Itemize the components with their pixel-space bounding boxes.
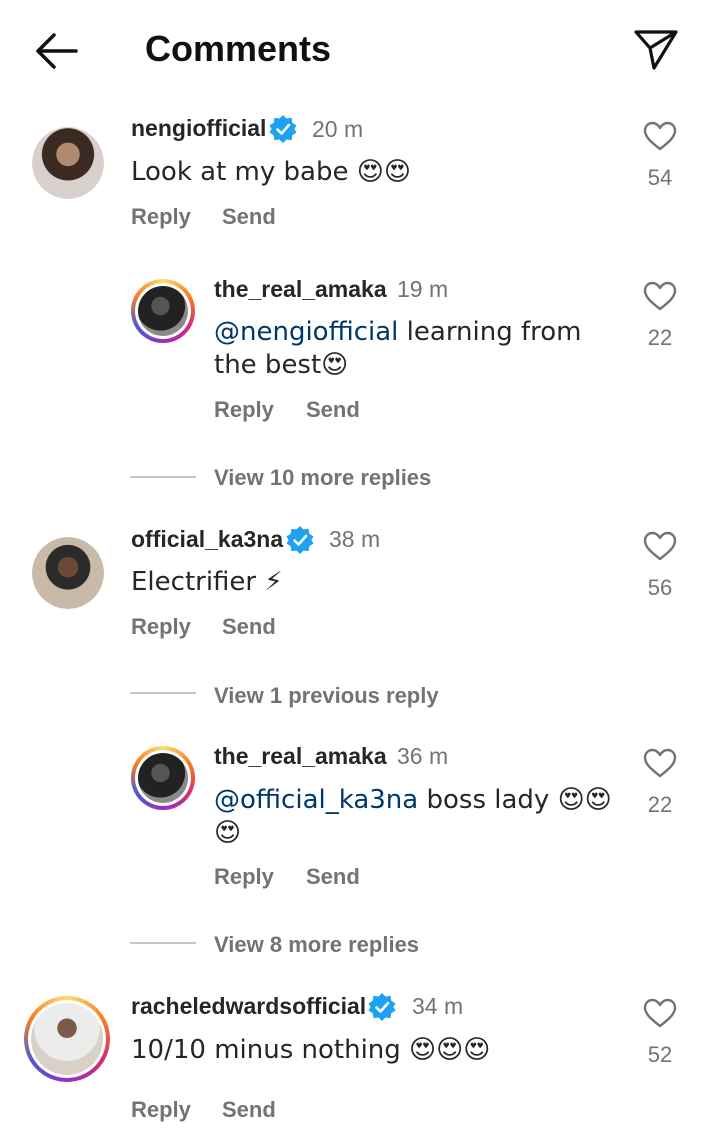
page-title: Comments [145,28,332,69]
view-previous-reply-button[interactable]: View 1 previous reply [214,683,439,709]
comment-username[interactable]: nengiofficial [131,115,266,142]
reply-text: @nengiofficial learning from the best😍 [214,316,624,382]
divider [130,942,196,944]
like-count: 52 [647,1042,673,1067]
heart-icon[interactable] [643,748,677,778]
heart-icon[interactable] [643,998,677,1028]
comment-time: 20 m [312,116,364,142]
like-count: 22 [647,792,673,817]
avatar[interactable] [24,996,110,1082]
avatar[interactable] [131,746,195,810]
reply-button[interactable]: Reply [131,204,191,230]
heart-icon[interactable] [643,281,677,311]
comment-text: Look at my babe 😍😍 [131,157,411,187]
comment-text: 10/10 minus nothing 😍😍😍 [131,1035,491,1065]
comment-username[interactable]: official_ka3na [131,526,283,553]
reply-button[interactable]: Reply [214,864,274,890]
mention-link[interactable]: @nengiofficial [214,317,398,347]
avatar[interactable] [32,537,104,609]
send-icon[interactable] [632,26,680,74]
heart-icon[interactable] [643,531,677,561]
back-arrow-icon[interactable] [32,30,80,72]
comment-username[interactable]: racheledwardsofficial [131,993,366,1020]
send-button[interactable]: Send [222,1097,276,1123]
view-more-replies-button[interactable]: View 10 more replies [214,465,431,491]
avatar[interactable] [131,279,195,343]
verified-badge-icon [269,115,297,143]
reply-button[interactable]: Reply [131,614,191,640]
comment-text: Electrifier ⚡ [131,567,283,597]
like-count: 22 [647,325,673,350]
reply-time: 19 m [397,276,449,302]
avatar[interactable] [32,127,104,199]
mention-link[interactable]: @official_ka3na [214,785,418,815]
send-button[interactable]: Send [222,204,276,230]
like-count: 56 [647,575,673,600]
heart-icon[interactable] [643,121,677,151]
send-button[interactable]: Send [306,864,360,890]
reply-username[interactable]: the_real_amaka [214,276,387,303]
header: Comments [0,0,720,100]
reply-button[interactable]: Reply [131,1097,191,1123]
divider [130,692,196,694]
reply-username[interactable]: the_real_amaka [214,743,387,770]
verified-badge-icon [368,993,396,1021]
comment-time: 38 m [329,526,381,552]
view-more-replies-button[interactable]: View 8 more replies [214,932,419,958]
comment-time: 34 m [412,993,464,1019]
send-button[interactable]: Send [306,397,360,423]
reply-button[interactable]: Reply [214,397,274,423]
verified-badge-icon [286,526,314,554]
reply-time: 36 m [397,743,449,769]
reply-text: @official_ka3na boss lady 😍😍😍 [214,784,624,850]
like-count: 54 [647,165,673,190]
divider [130,476,196,478]
send-button[interactable]: Send [222,614,276,640]
